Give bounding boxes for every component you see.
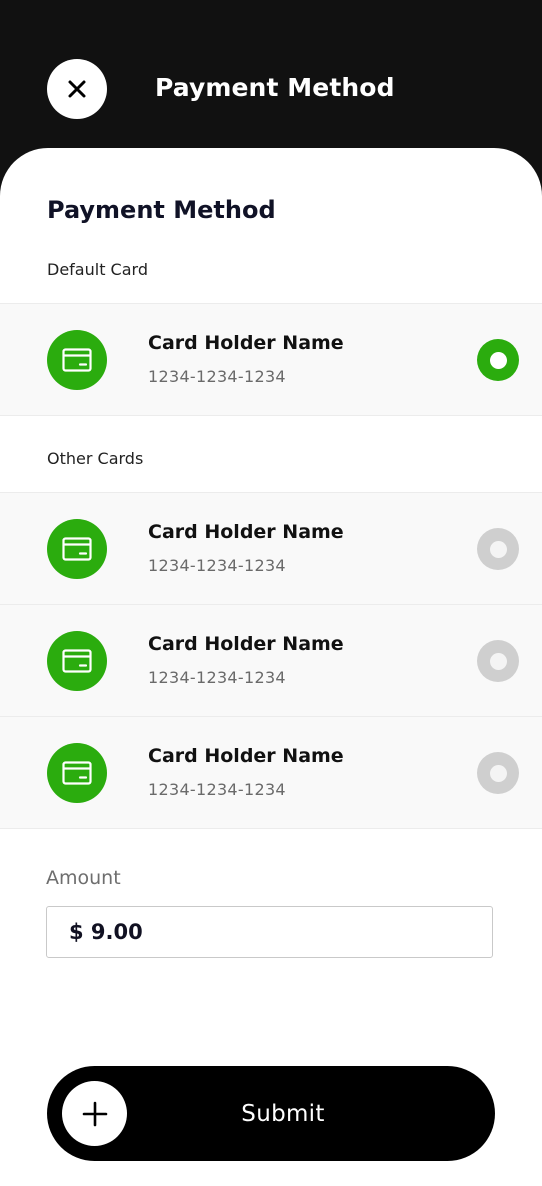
card-row-other-2[interactable]: Card Holder Name 1234-1234-1234 <box>0 604 542 717</box>
card-radio-selected[interactable] <box>477 339 519 381</box>
card-radio[interactable] <box>477 752 519 794</box>
credit-card-icon <box>47 631 107 691</box>
card-row-default[interactable]: Card Holder Name 1234-1234-1234 <box>0 303 542 416</box>
credit-card-icon <box>47 519 107 579</box>
card-holder-name: Card Holder Name <box>148 745 344 767</box>
card-holder-name: Card Holder Name <box>148 521 344 543</box>
close-button[interactable] <box>47 59 107 119</box>
close-icon <box>68 80 86 98</box>
card-holder-name: Card Holder Name <box>148 633 344 655</box>
card-holder-name: Card Holder Name <box>148 332 344 354</box>
credit-card-icon <box>47 330 107 390</box>
card-number: 1234-1234-1234 <box>148 668 286 687</box>
submit-label: Submit <box>241 1100 325 1127</box>
other-cards-label: Other Cards <box>47 449 144 468</box>
card-radio[interactable] <box>477 528 519 570</box>
page-title: Payment Method <box>47 196 276 224</box>
default-card-label: Default Card <box>47 260 148 279</box>
submit-button[interactable]: Submit <box>47 1066 495 1161</box>
header-title: Payment Method <box>155 73 395 102</box>
amount-label: Amount <box>46 867 121 889</box>
amount-input[interactable] <box>46 906 493 958</box>
card-row-other-1[interactable]: Card Holder Name 1234-1234-1234 <box>0 492 542 605</box>
card-number: 1234-1234-1234 <box>148 556 286 575</box>
card-radio[interactable] <box>477 640 519 682</box>
card-number: 1234-1234-1234 <box>148 367 286 386</box>
card-number: 1234-1234-1234 <box>148 780 286 799</box>
credit-card-icon <box>47 743 107 803</box>
card-row-other-3[interactable]: Card Holder Name 1234-1234-1234 <box>0 716 542 829</box>
